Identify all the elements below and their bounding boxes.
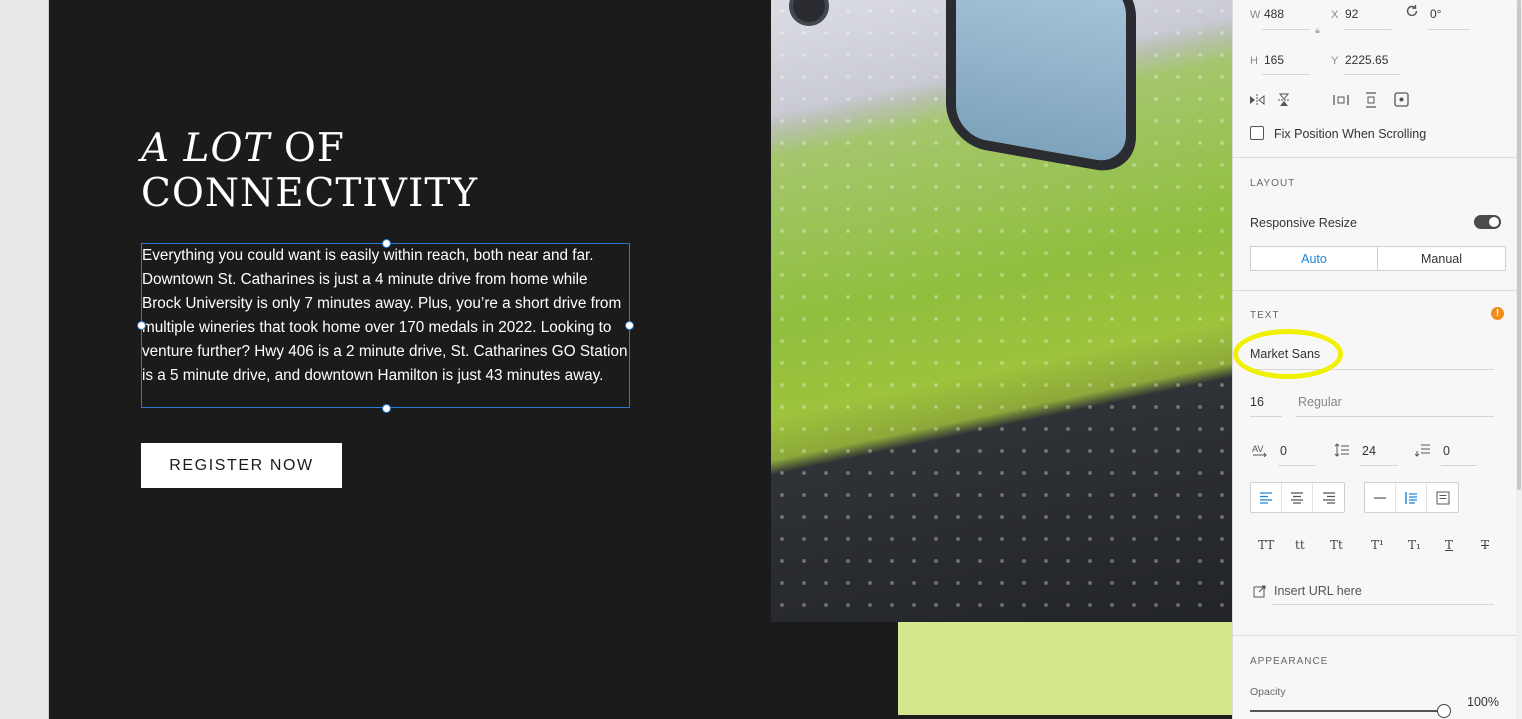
width-underline bbox=[1262, 29, 1310, 30]
headline-rest: OF bbox=[270, 126, 345, 171]
font-style-field[interactable]: Regular bbox=[1298, 395, 1342, 409]
subscript-button[interactable]: T₁ bbox=[1408, 538, 1421, 552]
fix-position-label: Fix Position When Scrolling bbox=[1274, 127, 1427, 141]
font-style-underline bbox=[1296, 416, 1494, 417]
appearance-section-title: APPEARANCE bbox=[1250, 656, 1329, 667]
y-field[interactable]: 2225.65 bbox=[1345, 53, 1388, 67]
annotation-highlight-circle bbox=[1233, 329, 1343, 379]
distribute-horizontal-icon[interactable] bbox=[1333, 93, 1349, 107]
superscript-button[interactable]: T¹ bbox=[1371, 538, 1384, 552]
headline-line2: CONNECTIVITY bbox=[141, 171, 479, 216]
rotate-icon bbox=[1405, 4, 1419, 18]
paragraph-spacing-field[interactable]: 0 bbox=[1443, 444, 1450, 458]
property-inspector: W 488 🔒︎ X 92 0° H 165 Y 2225.65 Fix Pos… bbox=[1232, 0, 1522, 719]
text-alignment-group bbox=[1250, 482, 1345, 513]
flip-vertical-icon[interactable] bbox=[1277, 92, 1291, 108]
line-spacing-field[interactable]: 24 bbox=[1362, 444, 1376, 458]
auto-height-text-button[interactable] bbox=[1427, 483, 1458, 512]
distribute-spacing-icon[interactable] bbox=[1394, 92, 1409, 107]
artboard[interactable]: A LOT OF CONNECTIVITY Everything you cou… bbox=[48, 0, 1232, 719]
opacity-value[interactable]: 100% bbox=[1467, 695, 1499, 709]
area-text-button[interactable] bbox=[1396, 483, 1427, 512]
y-underline bbox=[1343, 74, 1401, 75]
manual-button[interactable]: Manual bbox=[1377, 246, 1506, 271]
strikethrough-button[interactable]: T bbox=[1481, 538, 1489, 552]
y-label: Y bbox=[1331, 55, 1339, 67]
height-field[interactable]: 165 bbox=[1264, 53, 1284, 67]
headline[interactable]: A LOT OF CONNECTIVITY bbox=[141, 126, 478, 216]
underline-button[interactable]: T bbox=[1445, 538, 1453, 552]
divider-transform bbox=[1233, 157, 1517, 158]
height-label: H bbox=[1250, 55, 1258, 67]
character-spacing-underline bbox=[1278, 465, 1316, 466]
resize-handle-right[interactable] bbox=[625, 321, 634, 330]
font-size-field[interactable]: 16 bbox=[1250, 395, 1264, 409]
layout-section-title: LAYOUT bbox=[1250, 178, 1296, 189]
lime-color-block[interactable] bbox=[898, 622, 1232, 715]
selected-text-box[interactable]: Everything you could want is easily with… bbox=[141, 243, 630, 408]
rotation-field[interactable]: 0° bbox=[1430, 7, 1441, 21]
auto-button[interactable]: Auto bbox=[1250, 246, 1378, 271]
headline-italic: A LOT bbox=[141, 126, 271, 171]
divider-layout bbox=[1233, 290, 1517, 291]
character-spacing-field[interactable]: 0 bbox=[1280, 444, 1287, 458]
line-spacing-underline bbox=[1360, 465, 1398, 466]
responsive-resize-toggle[interactable] bbox=[1474, 215, 1501, 229]
text-section-title: TEXT bbox=[1250, 310, 1280, 321]
fix-position-checkbox[interactable] bbox=[1250, 126, 1264, 140]
height-underline bbox=[1262, 74, 1310, 75]
width-field[interactable]: 488 bbox=[1264, 7, 1284, 21]
opacity-slider-knob[interactable] bbox=[1437, 704, 1451, 718]
scrollbar-thumb[interactable] bbox=[1517, 0, 1521, 490]
title-case-button[interactable]: Tt bbox=[1330, 538, 1343, 552]
svg-text:AV: AV bbox=[1252, 444, 1263, 454]
font-size-underline bbox=[1250, 416, 1282, 417]
toggle-knob bbox=[1489, 217, 1499, 227]
train-photo[interactable] bbox=[771, 0, 1232, 622]
x-underline bbox=[1343, 29, 1391, 30]
responsive-resize-label: Responsive Resize bbox=[1250, 216, 1357, 230]
distribute-vertical-icon[interactable] bbox=[1364, 92, 1378, 108]
paragraph-spacing-icon bbox=[1415, 443, 1431, 457]
panel-scrollbar[interactable] bbox=[1516, 0, 1522, 719]
register-now-button[interactable]: REGISTER NOW bbox=[141, 443, 342, 488]
divider-text bbox=[1233, 635, 1517, 636]
x-label: X bbox=[1331, 9, 1339, 21]
body-copy-text: Everything you could want is easily with… bbox=[142, 247, 628, 384]
all-caps-button[interactable]: TT bbox=[1258, 538, 1274, 552]
opacity-slider-track[interactable] bbox=[1250, 710, 1437, 712]
resize-handle-bottom[interactable] bbox=[382, 404, 391, 413]
lock-icon[interactable]: 🔒︎ bbox=[1315, 23, 1320, 37]
missing-font-warning-icon[interactable]: ! bbox=[1491, 307, 1504, 320]
design-canvas[interactable]: A LOT OF CONNECTIVITY Everything you cou… bbox=[0, 0, 1232, 719]
url-underline bbox=[1272, 604, 1494, 605]
resize-handle-left[interactable] bbox=[137, 321, 146, 330]
lowercase-button[interactable]: tt bbox=[1295, 538, 1305, 552]
align-right-button[interactable] bbox=[1313, 483, 1344, 512]
point-text-button[interactable] bbox=[1365, 483, 1396, 512]
align-center-button[interactable] bbox=[1282, 483, 1313, 512]
character-spacing-icon: AV bbox=[1252, 443, 1268, 457]
url-input[interactable]: Insert URL here bbox=[1274, 584, 1362, 598]
align-left-button[interactable] bbox=[1251, 483, 1282, 512]
line-spacing-icon bbox=[1334, 443, 1350, 457]
text-box-type-group bbox=[1364, 482, 1459, 513]
width-label: W bbox=[1250, 9, 1261, 21]
opacity-label: Opacity bbox=[1250, 686, 1286, 698]
link-edit-icon bbox=[1253, 584, 1267, 598]
flip-horizontal-icon[interactable] bbox=[1248, 93, 1266, 107]
rotation-underline bbox=[1428, 29, 1470, 30]
resize-handle-top[interactable] bbox=[382, 239, 391, 248]
x-field[interactable]: 92 bbox=[1345, 7, 1358, 21]
paragraph-spacing-underline bbox=[1441, 465, 1477, 466]
